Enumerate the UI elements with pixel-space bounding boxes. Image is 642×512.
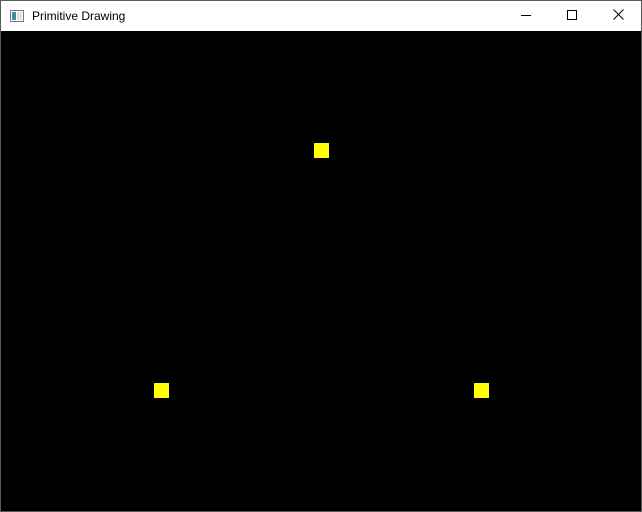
drawing-canvas[interactable] — [1, 31, 641, 511]
title-bar[interactable]: Primitive Drawing — [1, 1, 641, 31]
point-bottom-left — [154, 383, 169, 398]
maximize-button[interactable] — [549, 1, 595, 31]
minimize-button[interactable] — [503, 1, 549, 31]
app-window: Primitive Drawing — [0, 0, 642, 512]
window-app-icon[interactable] — [9, 8, 25, 24]
close-icon — [612, 7, 624, 25]
caption-buttons — [503, 1, 641, 31]
minimize-icon — [521, 7, 531, 25]
maximize-icon — [567, 7, 577, 25]
close-button[interactable] — [595, 1, 641, 31]
point-top — [314, 143, 329, 158]
canvas-svg — [1, 31, 641, 511]
canvas-background — [1, 31, 641, 511]
window-title: Primitive Drawing — [32, 9, 126, 23]
point-bottom-right — [474, 383, 489, 398]
